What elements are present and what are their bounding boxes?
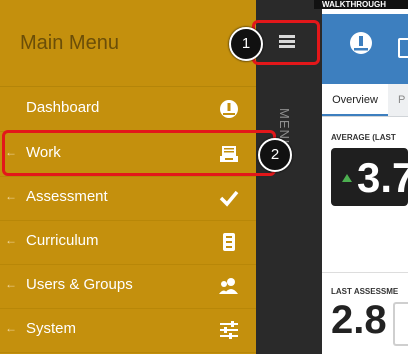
average-value: 3.7 <box>357 154 408 201</box>
sidebar-item-label: System <box>26 320 77 337</box>
section-divider <box>322 272 408 273</box>
average-score-card: 3.7 <box>331 148 408 206</box>
tab-partial[interactable]: P <box>398 84 405 116</box>
sidebar-item-label: Curriculum <box>26 232 99 249</box>
tab-overview[interactable]: Overview <box>322 84 388 116</box>
average-label: AVERAGE (LAST <box>331 133 396 142</box>
check-icon <box>219 190 239 207</box>
sidebar-item-users-groups[interactable]: ← Users & Groups <box>0 264 256 309</box>
callout-highlight-2 <box>2 130 276 176</box>
main-menu-sidebar: Main Menu Dashboard ← Work ← Assessment … <box>0 0 256 354</box>
callout-badge-2: 2 <box>258 138 292 172</box>
users-icon <box>219 278 238 294</box>
sidebar-item-label: Users & Groups <box>26 276 133 293</box>
last-assessment-value: 2.8 <box>331 298 387 342</box>
gauge-icon <box>350 32 372 54</box>
binder-icon <box>223 233 235 251</box>
sliders-icon <box>220 321 238 339</box>
arrow-left-icon: ← <box>5 321 17 335</box>
sidebar-item-label: Dashboard <box>26 99 100 116</box>
callout-badge-1: 1 <box>229 27 263 61</box>
sidebar-item-dashboard[interactable]: Dashboard <box>0 87 256 132</box>
sidebar-item-label: Assessment <box>26 188 108 205</box>
trend-up-icon <box>342 174 352 182</box>
sidebar-item-curriculum[interactable]: ← Curriculum <box>0 220 256 265</box>
page-icon[interactable] <box>398 38 408 58</box>
gauge-icon <box>220 100 238 118</box>
arrow-left-icon: ← <box>5 233 17 247</box>
arrow-left-icon: ← <box>5 277 17 291</box>
sidebar-item-assessment[interactable]: ← Assessment <box>0 176 256 221</box>
last-assessment-box <box>393 302 408 346</box>
sidebar-item-system[interactable]: ← System <box>0 308 256 353</box>
main-menu-title: Main Menu <box>20 32 119 54</box>
walkthrough-banner: WALKTHROUGH <box>314 0 408 9</box>
last-assessment-label: LAST ASSESSME <box>331 287 399 296</box>
arrow-left-icon: ← <box>5 189 17 203</box>
app-header <box>322 14 408 84</box>
